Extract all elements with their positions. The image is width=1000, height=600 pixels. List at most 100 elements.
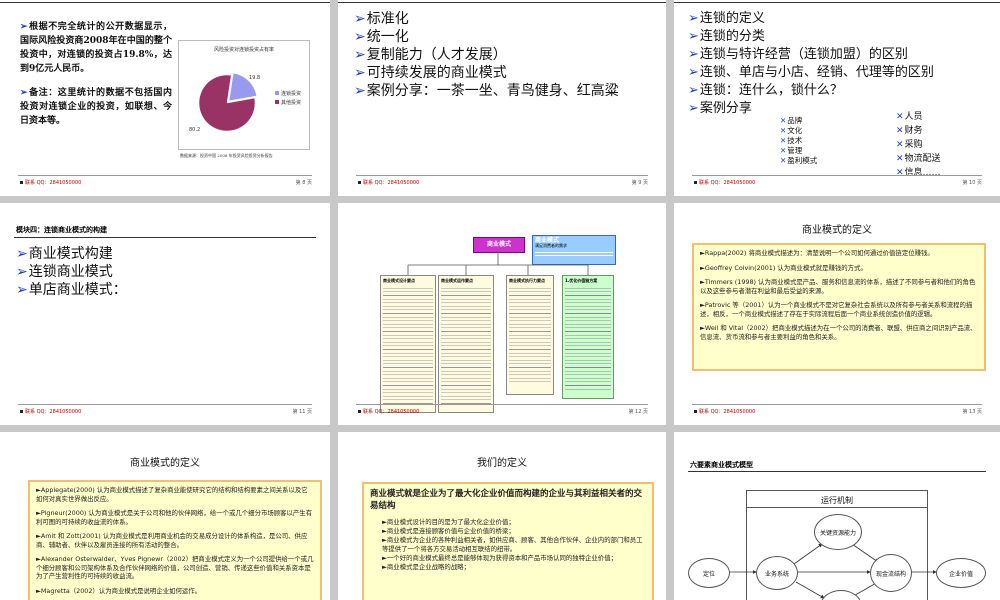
sub-list-right: ✕人员 ✕财务 ✕采购 ✕物流配送 ✕信息…… <box>896 110 941 180</box>
bullet-item: ►商业模式为企业的各种利益相关者，如供应商、顾客、其他合作伙伴、企业内的部门和员… <box>370 536 646 554</box>
slide-title: 模块四：连锁商业模式的构建 <box>16 225 107 234</box>
arrow-bullet-icon: ➢ <box>688 83 699 98</box>
slide1-text-block: ➢根据不完全统计的公开数据显示，国际风险投资商2008年在中国的整个投资中，对连… <box>20 20 172 128</box>
sub-item: ✕管理 <box>780 146 817 156</box>
definition-paragraph: ►Amit 和 Zott(2001) 认为商业模式是利用商业机会的交易成分设计的… <box>36 532 314 549</box>
paragraph-text: 根据不完全统计的公开数据显示，国际风险投资商2008年在中国的整个投资中，对连锁… <box>20 22 172 74</box>
list-item-text: 案例分享：一茶一坐、青鸟健身、红高粱 <box>366 83 619 99</box>
column-body <box>441 285 491 405</box>
definition-box: ►Applegate(2000) 认为商业模式描述了复杂商业能使研究它的结构和结… <box>28 480 322 600</box>
bullet-square-icon <box>20 410 23 413</box>
slide-thumbnail-16[interactable]: 六要素商业模式模型 运行机制 关键资源能力 定位 业务系统 现金流结构 企业价值 <box>674 432 1000 600</box>
slide-top-rule <box>674 2 1000 3</box>
pie-chart-frame: 风险投资对连锁投资占有率 19.8 80.2 连锁投资 其他投资 <box>178 40 310 150</box>
slide-thumbnail-9[interactable]: ➢标准化 ➢统一化 ➢复制能力（人才发展） ➢可持续发展的商业模式 ➢案例分享：… <box>338 0 666 196</box>
slide-thumbnail-12[interactable]: 商业模式 商业模式 满足消费者的需求 商业模式设计要点 商业模式运作要点 商业模… <box>338 203 666 425</box>
list-item-text: 统一化 <box>366 29 409 45</box>
footer-contact: 联系 QQ：2841050000 <box>694 179 755 186</box>
bullet-list: ➢连锁的定义 ➢连锁的分类 ➢连锁与特许经营（连锁加盟）的区别 ➢连锁、单店与小… <box>688 10 934 118</box>
footer-contact: 联系 QQ：2841050000 <box>358 408 419 415</box>
check-bullet-icon: ✕ <box>896 154 904 164</box>
footer-contact-text: 联系 QQ：2841050000 <box>363 409 420 415</box>
sub-item-text: 采购 <box>904 140 923 150</box>
bullet-square-icon <box>20 181 23 184</box>
slide-thumbnail-15[interactable]: 我们的定义 商业模式就是企业为了最大化企业价值而构建的企业与其利益相关者的交易结… <box>338 432 666 600</box>
arrow-bullet-icon: ➢ <box>16 246 28 262</box>
list-item-text: 连锁：连什么，锁什么？ <box>699 83 843 98</box>
check-bullet-icon: ✕ <box>896 112 904 122</box>
bullet-item: ►商业模式是连接顾客价值与企业价值的桥梁； <box>370 527 646 536</box>
sub-item-text: 物流配送 <box>904 154 941 164</box>
legend-label: 连锁投资 <box>281 90 301 97</box>
list-item-text: 连锁的分类 <box>699 29 765 44</box>
check-bullet-icon: ✕ <box>780 146 787 155</box>
list-item-text: 可持续发展的商业模式 <box>366 65 507 81</box>
column-title: 1.优化价值链方案 <box>565 278 598 283</box>
list-item: ➢连锁商业模式 <box>16 263 127 281</box>
sub-item-text: 管理 <box>787 146 803 155</box>
slide-title: 商业模式的定义 <box>802 225 872 236</box>
arrow-bullet-icon: ➢ <box>354 47 366 63</box>
sub-item-text: 技术 <box>787 136 803 145</box>
list-item: ➢连锁的定义 <box>688 10 934 28</box>
list-item: ➢可持续发展的商业模式 <box>354 64 619 82</box>
pie-data-label: 19.8 <box>249 75 260 81</box>
slide-thumbnail-13[interactable]: 商业模式的定义 ►Rappa(2002) 将商业模式描述为：清楚说明一个公司如何… <box>674 203 1000 425</box>
list-item-text: 商业模式构建 <box>28 246 113 262</box>
slide-thumbnail-10[interactable]: ➢连锁的定义 ➢连锁的分类 ➢连锁与特许经营（连锁加盟）的区别 ➢连锁、单店与小… <box>674 0 1000 196</box>
list-item: ➢连锁与特许经营（连锁加盟）的区别 <box>688 46 934 64</box>
bullet-item: ►一个好的商业模式最终总是能够体现为获得资本和产品市场认同的独特企业价值； <box>370 554 646 563</box>
column-title: 商业模式执行力要点 <box>509 278 545 283</box>
arrow-bullet-icon: ➢ <box>688 29 699 44</box>
legend-label: 其他投资 <box>281 99 301 106</box>
legend-swatch <box>275 100 279 104</box>
definition-paragraph: ►Weil 和 Vital（2002）把商业模式描述为在一个公司的消费者、联盟、… <box>700 324 978 341</box>
check-bullet-icon: ✕ <box>780 126 787 135</box>
bullet-list: ➢标准化 ➢统一化 ➢复制能力（人才发展） ➢可持续发展的商业模式 ➢案例分享：… <box>354 10 619 100</box>
list-item-text: 案例分享 <box>699 101 752 116</box>
arrow-bullet-icon: ➢ <box>688 11 699 26</box>
bullet-text: 商业模式设计的目的是为了最大化企业价值； <box>386 518 515 526</box>
list-item: ➢统一化 <box>354 28 619 46</box>
column-title: 商业模式设计要点 <box>383 278 415 283</box>
column-box: 商业模式设计要点 <box>380 275 436 413</box>
node-positioning: 定位 <box>688 558 730 588</box>
bullet-square-icon <box>358 181 361 184</box>
pie-chart: 19.8 80.2 连锁投资其他投资 <box>189 72 301 133</box>
footer-contact-text: 联系 QQ：2841050000 <box>699 180 756 186</box>
paragraph-text: Magretta（2002）认为商业模式是说明企业如何运作。 <box>40 586 202 595</box>
source-note: 数据来源：投资中国 2008 年投资风险投资分析报告 <box>180 153 273 158</box>
list-item: ➢商业模式构建 <box>16 245 127 263</box>
list-item: ➢连锁、单店与小店、经销、代理等的区别 <box>688 64 934 82</box>
list-item: ➢单店商业模式： <box>16 281 127 299</box>
paragraph-text: Rappa(2002) 将商业模式描述为：清楚说明一个公司如何通过价值链定位赚钱… <box>704 249 934 257</box>
slide-thumbnail-8[interactable]: ➢根据不完全统计的公开数据显示，国际风险投资商2008年在中国的整个投资中，对连… <box>0 0 330 196</box>
list-item-text: 连锁、单店与小店、经销、代理等的区别 <box>699 65 934 80</box>
definition-paragraph: ►Alexander Osterwalder、Yves Pignewr（2002… <box>36 555 314 581</box>
bullet-list: ➢商业模式构建 ➢连锁商业模式 ➢单店商业模式： <box>16 245 127 299</box>
page-number: 第 12 页 <box>628 409 648 415</box>
title-rule <box>14 237 316 238</box>
list-item: ➢连锁的分类 <box>688 28 934 46</box>
definition-paragraph: ►Pigneur(2000) 认为商业模式是关于公司和他的伙伴网络，给一个或几个… <box>36 509 314 526</box>
page-number: 第 10 页 <box>962 180 982 186</box>
paragraph-text: Weil 和 Vital（2002）把商业模式描述为在一个公司的消费者、联盟、供… <box>700 324 977 341</box>
our-definition-box: 商业模式就是企业为了最大化企业价值而构建的企业与其利益相关者的交易结构 ►商业模… <box>362 482 654 600</box>
slide-thumbnail-11[interactable]: 模块四：连锁商业模式的构建 ➢商业模式构建 ➢连锁商业模式 ➢单店商业模式： 联… <box>0 203 330 425</box>
list-item: ➢复制能力（人才发展） <box>354 46 619 64</box>
paragraph: ➢根据不完全统计的公开数据显示，国际风险投资商2008年在中国的整个投资中，对连… <box>20 22 172 74</box>
check-bullet-icon: ✕ <box>896 126 904 136</box>
arrow-bullet-icon: ➢ <box>354 65 366 81</box>
page-number: 第 8 页 <box>295 180 312 186</box>
paragraph-text: 备注：这里统计的数据不包括国内投资对连锁企业的投资，如联想、今日资本等。 <box>20 88 172 126</box>
slide-thumbnail-14[interactable]: 商业模式的定义 ►Applegate(2000) 认为商业模式描述了复杂商业能使… <box>0 432 330 600</box>
sub-item-text: 盈利模式 <box>787 156 818 165</box>
column-body <box>509 285 551 385</box>
definition-box: ►Rappa(2002) 将商业模式描述为：清楚说明一个公司如何通过价值链定位赚… <box>692 243 986 371</box>
arrow-bullet-icon: ➢ <box>354 83 366 99</box>
sub-item-text: 品牌 <box>787 116 803 125</box>
check-bullet-icon: ✕ <box>780 156 787 165</box>
list-item: ➢标准化 <box>354 10 619 28</box>
list-item-text: 连锁的定义 <box>699 11 765 26</box>
slide-title: 商业模式的定义 <box>130 458 200 469</box>
